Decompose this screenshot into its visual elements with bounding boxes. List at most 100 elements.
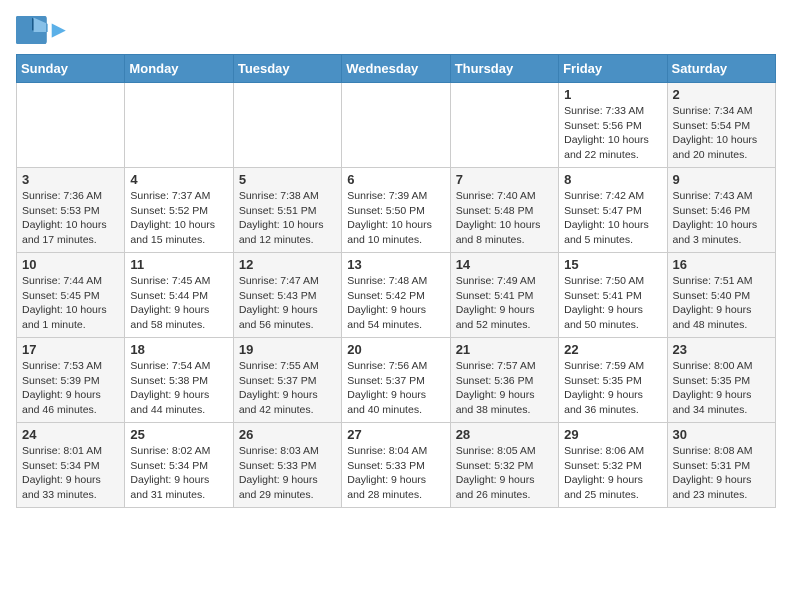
day-number: 17: [22, 342, 119, 357]
calendar-day-cell: 12 Sunrise: 7:47 AM Sunset: 5:43 PM Dayli…: [233, 253, 341, 338]
calendar-day-cell: 1Sunrise: 7:33 AM Sunset: 5:56 PM Daylig…: [559, 83, 667, 168]
day-info: Sunrise: 7:45 AM Sunset: 5:44 PM Dayligh…: [130, 274, 227, 333]
day-info: Sunrise: 8:02 AM Sunset: 5:34 PM Dayligh…: [130, 444, 227, 503]
calendar-day-header: Tuesday: [233, 55, 341, 83]
day-info: Sunrise: 8:00 AM Sunset: 5:35 PM Dayligh…: [673, 359, 770, 418]
page-header: ▶: [16, 16, 776, 44]
calendar-day-cell: 15 Sunrise: 7:50 AM Sunset: 5:41 PM Dayli…: [559, 253, 667, 338]
calendar-day-cell: 23 Sunrise: 8:00 AM Sunset: 5:35 PM Dayli…: [667, 338, 775, 423]
calendar-day-cell: 26 Sunrise: 8:03 AM Sunset: 5:33 PM Dayli…: [233, 423, 341, 508]
calendar-day-cell: 9 Sunrise: 7:43 AM Sunset: 5:46 PM Daylig…: [667, 168, 775, 253]
calendar-day-header: Friday: [559, 55, 667, 83]
day-number: 18: [130, 342, 227, 357]
day-number: 14: [456, 257, 553, 272]
day-info: Sunrise: 7:47 AM Sunset: 5:43 PM Dayligh…: [239, 274, 336, 333]
calendar-day-cell: 17 Sunrise: 7:53 AM Sunset: 5:39 PM Dayli…: [17, 338, 125, 423]
calendar-day-header: Sunday: [17, 55, 125, 83]
calendar-day-header: Wednesday: [342, 55, 450, 83]
calendar-day-cell: 5 Sunrise: 7:38 AM Sunset: 5:51 PM Daylig…: [233, 168, 341, 253]
day-number: 24: [22, 427, 119, 442]
calendar-day-cell: 21 Sunrise: 7:57 AM Sunset: 5:36 PM Dayli…: [450, 338, 558, 423]
calendar-body: 1Sunrise: 7:33 AM Sunset: 5:56 PM Daylig…: [17, 83, 776, 508]
calendar-day-cell: 19 Sunrise: 7:55 AM Sunset: 5:37 PM Dayli…: [233, 338, 341, 423]
day-info: Sunrise: 7:39 AM Sunset: 5:50 PM Dayligh…: [347, 189, 444, 248]
day-info: Sunrise: 7:51 AM Sunset: 5:40 PM Dayligh…: [673, 274, 770, 333]
day-number: 9: [673, 172, 770, 187]
day-info: Sunrise: 8:05 AM Sunset: 5:32 PM Dayligh…: [456, 444, 553, 503]
calendar-day-cell: [125, 83, 233, 168]
day-info: Sunrise: 7:57 AM Sunset: 5:36 PM Dayligh…: [456, 359, 553, 418]
day-number: 30: [673, 427, 770, 442]
day-number: 13: [347, 257, 444, 272]
day-info: Sunrise: 7:38 AM Sunset: 5:51 PM Dayligh…: [239, 189, 336, 248]
calendar-day-header: Saturday: [667, 55, 775, 83]
calendar-day-cell: [17, 83, 125, 168]
calendar-day-cell: 20 Sunrise: 7:56 AM Sunset: 5:37 PM Dayli…: [342, 338, 450, 423]
day-info: Sunrise: 7:53 AM Sunset: 5:39 PM Dayligh…: [22, 359, 119, 418]
day-info: Sunrise: 8:04 AM Sunset: 5:33 PM Dayligh…: [347, 444, 444, 503]
day-info: Sunrise: 7:44 AM Sunset: 5:45 PM Dayligh…: [22, 274, 119, 333]
calendar-day-cell: 24 Sunrise: 8:01 AM Sunset: 5:34 PM Dayli…: [17, 423, 125, 508]
day-number: 10: [22, 257, 119, 272]
day-number: 15: [564, 257, 661, 272]
day-number: 1: [564, 87, 661, 102]
calendar-day-header: Monday: [125, 55, 233, 83]
calendar-day-cell: 7Sunrise: 7:40 AM Sunset: 5:48 PM Daylig…: [450, 168, 558, 253]
calendar-week-row: 24 Sunrise: 8:01 AM Sunset: 5:34 PM Dayli…: [17, 423, 776, 508]
day-number: 26: [239, 427, 336, 442]
calendar-day-cell: 16 Sunrise: 7:51 AM Sunset: 5:40 PM Dayli…: [667, 253, 775, 338]
calendar-table: SundayMondayTuesdayWednesdayThursdayFrid…: [16, 54, 776, 508]
logo: ▶: [16, 16, 65, 44]
calendar-day-cell: 14 Sunrise: 7:49 AM Sunset: 5:41 PM Dayli…: [450, 253, 558, 338]
day-info: Sunrise: 7:42 AM Sunset: 5:47 PM Dayligh…: [564, 189, 661, 248]
day-number: 23: [673, 342, 770, 357]
day-number: 19: [239, 342, 336, 357]
day-number: 4: [130, 172, 227, 187]
calendar-day-cell: 29Sunrise: 8:06 AM Sunset: 5:32 PM Dayli…: [559, 423, 667, 508]
calendar-day-cell: 22 Sunrise: 7:59 AM Sunset: 5:35 PM Dayli…: [559, 338, 667, 423]
day-number: 25: [130, 427, 227, 442]
day-number: 27: [347, 427, 444, 442]
calendar-day-cell: 25 Sunrise: 8:02 AM Sunset: 5:34 PM Dayli…: [125, 423, 233, 508]
day-number: 28: [456, 427, 553, 442]
calendar-day-cell: [450, 83, 558, 168]
day-info: Sunrise: 8:08 AM Sunset: 5:31 PM Dayligh…: [673, 444, 770, 503]
day-info: Sunrise: 7:59 AM Sunset: 5:35 PM Dayligh…: [564, 359, 661, 418]
day-number: 8: [564, 172, 661, 187]
day-info: Sunrise: 7:54 AM Sunset: 5:38 PM Dayligh…: [130, 359, 227, 418]
day-number: 5: [239, 172, 336, 187]
calendar-day-cell: 28 Sunrise: 8:05 AM Sunset: 5:32 PM Dayli…: [450, 423, 558, 508]
calendar-day-cell: 27 Sunrise: 8:04 AM Sunset: 5:33 PM Dayli…: [342, 423, 450, 508]
calendar-day-cell: 4 Sunrise: 7:37 AM Sunset: 5:52 PM Daylig…: [125, 168, 233, 253]
calendar-day-cell: [342, 83, 450, 168]
calendar-week-row: 1Sunrise: 7:33 AM Sunset: 5:56 PM Daylig…: [17, 83, 776, 168]
day-info: Sunrise: 7:36 AM Sunset: 5:53 PM Dayligh…: [22, 189, 119, 248]
day-number: 22: [564, 342, 661, 357]
calendar-week-row: 10 Sunrise: 7:44 AM Sunset: 5:45 PM Dayli…: [17, 253, 776, 338]
day-number: 20: [347, 342, 444, 357]
day-number: 29: [564, 427, 661, 442]
logo-icon: [16, 16, 48, 44]
day-info: Sunrise: 7:43 AM Sunset: 5:46 PM Dayligh…: [673, 189, 770, 248]
day-number: 6: [347, 172, 444, 187]
day-info: Sunrise: 7:49 AM Sunset: 5:41 PM Dayligh…: [456, 274, 553, 333]
day-info: Sunrise: 7:55 AM Sunset: 5:37 PM Dayligh…: [239, 359, 336, 418]
day-number: 12: [239, 257, 336, 272]
day-number: 11: [130, 257, 227, 272]
day-info: Sunrise: 7:56 AM Sunset: 5:37 PM Dayligh…: [347, 359, 444, 418]
calendar-day-cell: 30 Sunrise: 8:08 AM Sunset: 5:31 PM Dayli…: [667, 423, 775, 508]
day-info: Sunrise: 8:03 AM Sunset: 5:33 PM Dayligh…: [239, 444, 336, 503]
calendar-day-cell: 13 Sunrise: 7:48 AM Sunset: 5:42 PM Dayli…: [342, 253, 450, 338]
day-info: Sunrise: 7:34 AM Sunset: 5:54 PM Dayligh…: [673, 104, 770, 163]
day-info: Sunrise: 8:01 AM Sunset: 5:34 PM Dayligh…: [22, 444, 119, 503]
day-info: Sunrise: 7:37 AM Sunset: 5:52 PM Dayligh…: [130, 189, 227, 248]
calendar-day-cell: 18 Sunrise: 7:54 AM Sunset: 5:38 PM Dayli…: [125, 338, 233, 423]
day-number: 21: [456, 342, 553, 357]
day-info: Sunrise: 7:50 AM Sunset: 5:41 PM Dayligh…: [564, 274, 661, 333]
day-number: 2: [673, 87, 770, 102]
calendar-week-row: 3 Sunrise: 7:36 AM Sunset: 5:53 PM Daylig…: [17, 168, 776, 253]
day-number: 3: [22, 172, 119, 187]
day-number: 16: [673, 257, 770, 272]
calendar-day-cell: 10 Sunrise: 7:44 AM Sunset: 5:45 PM Dayli…: [17, 253, 125, 338]
day-info: Sunrise: 7:48 AM Sunset: 5:42 PM Dayligh…: [347, 274, 444, 333]
